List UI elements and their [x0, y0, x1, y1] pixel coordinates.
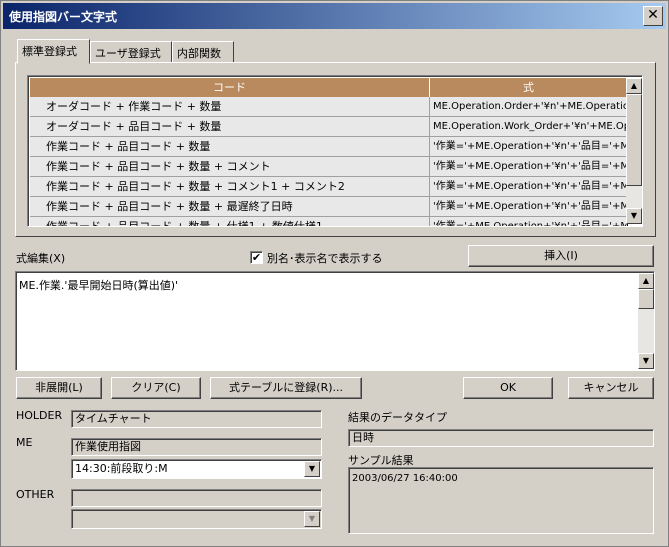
table-row[interactable]: オーダコード + 作業コード + 数量 ME.Operation.Order+'¥… — [30, 97, 628, 117]
clear-button[interactable]: クリア(C) — [111, 377, 201, 399]
cell-expression: '作業='+ME.Operation+'¥n'+'品目='+ME. — [433, 201, 628, 212]
arrow-up-icon: ▲ — [642, 276, 650, 285]
table-row[interactable]: オーダコード + 品目コード + 数量 ME.Operation.Work_Ord… — [30, 117, 628, 137]
table-row[interactable]: 作業コード + 品目コード + 数量 + コメント '作業='+ME.Operat… — [30, 157, 628, 177]
cell-code: 作業コード + 品目コード + 数量 + 仕様1 + 数値仕様1 — [30, 217, 430, 226]
table-row[interactable]: 作業コード + 品目コード + 数量 + コメント1 + コメント2 '作業='+… — [30, 177, 628, 197]
cell-code: 作業コード + 品目コード + 数量 + 最遅終了日時 — [30, 197, 430, 216]
grid-scrollbar[interactable]: ▲ ▼ — [626, 78, 642, 224]
cell-code: 作業コード + 品目コード + 数量 — [30, 137, 430, 156]
cell-code: オーダコード + 作業コード + 数量 — [30, 97, 430, 116]
cell-expression: '作業='+ME.Operation+'¥n'+'品目='+ME. — [433, 181, 628, 192]
dialog-window: 使用指図バー文字式 ✕ 標準登録式 ユーザ登録式 内部関数 コード 式 オーダコ… — [0, 0, 669, 547]
chevron-down-icon[interactable]: ▼ — [304, 461, 320, 477]
me-select-value: 14:30:前段取り:M — [75, 462, 168, 475]
scroll-up-button[interactable]: ▲ — [626, 78, 642, 94]
result-type-field: 日時 — [348, 429, 654, 447]
me-label: ME — [16, 436, 33, 449]
holder-label: HOLDER — [16, 409, 63, 422]
expression-text[interactable]: ME.作業.'最早開始日時(算出値)' — [19, 277, 178, 293]
me-select[interactable]: 14:30:前段取り:M ▼ — [71, 459, 322, 479]
table-row[interactable]: 作業コード + 品目コード + 数量 + 最遅終了日時 '作業='+ME.Oper… — [30, 197, 628, 217]
cell-expression: '作業='+ME.Operation+'¥n'+'品目='+ME. — [433, 141, 628, 152]
holder-field: タイムチャート — [71, 410, 322, 428]
sample-result-label: サンプル結果 — [348, 454, 414, 467]
cell-code: 作業コード + 品目コード + 数量 + コメント — [30, 157, 430, 176]
tab-user[interactable]: ユーザ登録式 — [90, 41, 172, 63]
cell-expression: '作業='+ME.Operation+'¥n'+'品目='+ME. — [433, 221, 628, 227]
scroll-up-button[interactable]: ▲ — [638, 273, 654, 289]
close-button[interactable]: ✕ — [643, 6, 663, 26]
result-type-label: 結果のデータタイプ — [348, 411, 447, 424]
tab-functions[interactable]: 内部関数 — [172, 41, 234, 63]
alias-checkbox[interactable]: ✔ — [250, 251, 263, 264]
cancel-button[interactable]: キャンセル — [568, 377, 654, 399]
arrow-down-icon: ▼ — [630, 211, 638, 220]
sample-result-box: 2003/06/27 16:40:00 — [348, 467, 654, 534]
check-icon: ✔ — [251, 251, 262, 264]
expression-grid: コード 式 オーダコード + 作業コード + 数量 ME.Operation.Or… — [27, 75, 643, 227]
scroll-down-button[interactable]: ▼ — [626, 208, 642, 224]
scroll-thumb[interactable] — [638, 289, 654, 309]
cell-expression: '作業='+ME.Operation+'¥n'+'品目='+ME. — [433, 161, 628, 172]
other-field — [71, 489, 322, 507]
column-header-code[interactable]: コード — [30, 78, 430, 97]
cell-code: 作業コード + 品目コード + 数量 + コメント1 + コメント2 — [30, 177, 430, 196]
expression-editor[interactable]: ME.作業.'最早開始日時(算出値)' ▲ ▼ — [15, 271, 655, 371]
alias-checkbox-label[interactable]: 別名･表示名で表示する — [267, 250, 383, 266]
cell-expression: ME.Operation.Order+'¥n'+ME.Operation. — [433, 101, 628, 112]
chevron-down-icon[interactable]: ▼ — [304, 511, 320, 527]
arrow-down-icon: ▼ — [642, 356, 650, 365]
tab-label: 内部関数 — [177, 47, 221, 60]
editor-scrollbar[interactable]: ▲ ▼ — [638, 273, 654, 369]
collapse-button[interactable]: 非展開(L) — [16, 377, 102, 399]
register-button[interactable]: 式テーブルに登録(R)... — [210, 377, 362, 399]
scroll-thumb[interactable] — [626, 94, 642, 186]
tab-standard[interactable]: 標準登録式 — [17, 39, 90, 64]
editor-label: 式編集(X) — [16, 252, 66, 265]
scroll-down-button[interactable]: ▼ — [638, 353, 654, 369]
cell-expression: ME.Operation.Work_Order+'¥n'+ME.Ope — [433, 121, 628, 132]
window-title: 使用指図バー文字式 — [9, 9, 118, 24]
table-row[interactable]: 作業コード + 品目コード + 数量 '作業='+ME.Operation+'¥n… — [30, 137, 628, 157]
cell-code: オーダコード + 品目コード + 数量 — [30, 117, 430, 136]
arrow-up-icon: ▲ — [630, 81, 638, 90]
insert-button[interactable]: 挿入(I) — [468, 245, 654, 267]
other-label: OTHER — [16, 488, 55, 501]
table-row[interactable]: 作業コード + 品目コード + 数量 + 仕様1 + 数値仕様1 '作業='+ME… — [30, 217, 628, 227]
close-icon: ✕ — [647, 7, 659, 23]
column-header-expression[interactable]: 式 — [430, 78, 628, 97]
sample-result-value: 2003/06/27 16:40:00 — [352, 473, 458, 484]
title-bar[interactable]: 使用指図バー文字式 ✕ — [3, 3, 666, 29]
tab-label: ユーザ登録式 — [95, 47, 161, 60]
other-select[interactable]: ▼ — [71, 509, 322, 529]
tab-label: 標準登録式 — [22, 45, 77, 58]
ok-button[interactable]: OK — [463, 377, 553, 399]
me-field: 作業使用指図 — [71, 438, 322, 456]
